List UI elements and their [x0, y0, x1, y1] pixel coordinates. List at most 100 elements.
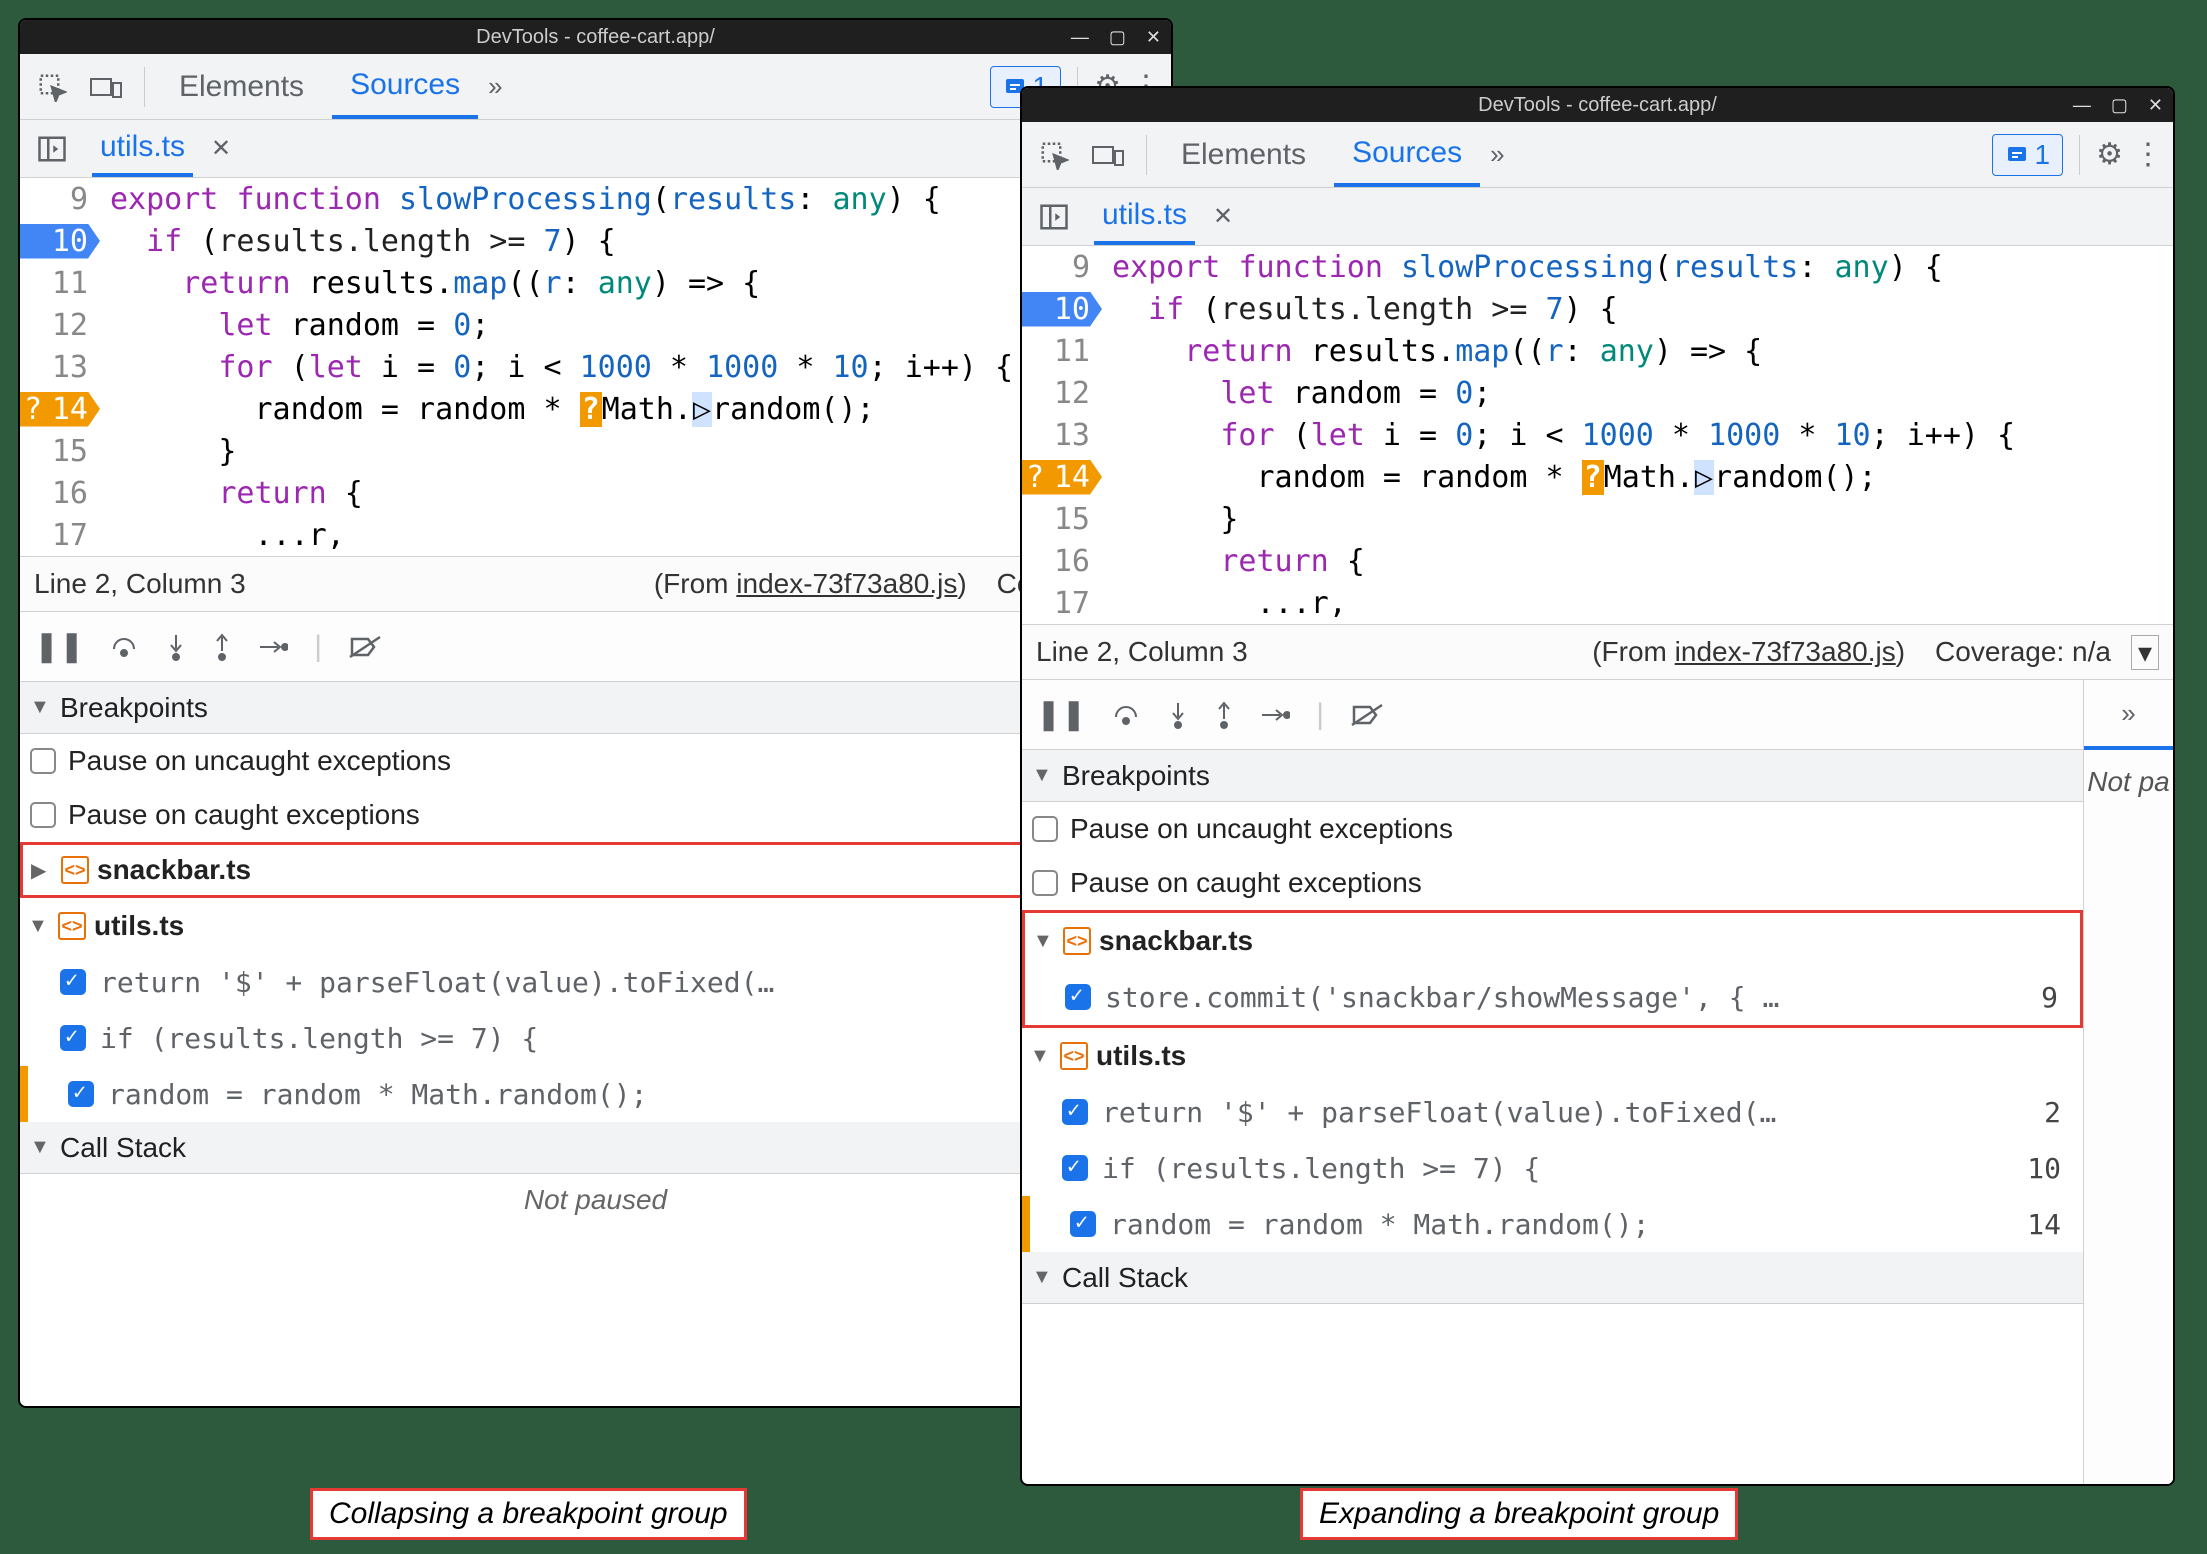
maximize-icon[interactable]: ▢ [2111, 95, 2128, 116]
code-line[interactable]: 16 return { [20, 472, 1171, 514]
breakpoint-item[interactable]: return '$' + parseFloat(value).toFixed(…… [1022, 1084, 2083, 1140]
step-icon[interactable] [258, 637, 288, 657]
step-out-icon[interactable] [1214, 701, 1234, 729]
minimize-icon[interactable]: — [1071, 27, 1089, 48]
code-line[interactable]: 11 return results.map((r: any) => { [1022, 330, 2173, 372]
line-number[interactable]: 12 [20, 308, 100, 343]
code-line[interactable]: 15 } [20, 430, 1171, 472]
code-line[interactable]: 17 ...r, [1022, 582, 2173, 624]
line-number[interactable]: 16 [1022, 544, 1102, 579]
kebab-icon[interactable]: ⋮ [2133, 137, 2163, 172]
step-icon[interactable] [1260, 705, 1290, 725]
code-line[interactable]: 13 for (let i = 0; i < 1000 * 1000 * 10;… [20, 346, 1171, 388]
checkbox-unchecked[interactable] [1032, 816, 1058, 842]
code-line[interactable]: 12 let random = 0; [20, 304, 1171, 346]
close-tab-icon[interactable]: ✕ [1213, 202, 1233, 231]
code-line[interactable]: 11 return results.map((r: any) => { [20, 262, 1171, 304]
line-number[interactable]: 13 [20, 350, 100, 385]
bp-group-snackbar-collapsed[interactable]: ▶ <> snackbar.ts [20, 842, 1171, 898]
source-map-link[interactable]: index-73f73a80.js [1675, 636, 1896, 667]
titlebar[interactable]: DevTools - coffee-cart.app/ — ▢ ✕ [20, 20, 1171, 54]
line-number[interactable]: 11 [1022, 334, 1102, 369]
inspect-icon[interactable] [30, 65, 74, 109]
code-line[interactable]: 10 if (results.length >= 7) { [20, 220, 1171, 262]
tab-sources[interactable]: Sources [1334, 122, 1480, 187]
checkbox-checked[interactable] [1065, 984, 1091, 1010]
issues-badge[interactable]: 1 [1992, 134, 2064, 176]
code-line[interactable]: 16 return { [1022, 540, 2173, 582]
pause-uncaught-row[interactable]: Pause on uncaught exceptions [1022, 802, 2083, 856]
checkbox-checked[interactable] [1062, 1155, 1088, 1181]
pause-icon[interactable]: ❚❚ [1036, 697, 1086, 732]
close-icon[interactable]: ✕ [2148, 95, 2163, 116]
checkbox-unchecked[interactable] [30, 748, 56, 774]
code-line[interactable]: 14 random = random * ?Math.▷random(); [1022, 456, 2173, 498]
line-number[interactable]: 9 [20, 182, 100, 217]
close-icon[interactable]: ✕ [1146, 27, 1161, 48]
coverage-toggle-icon[interactable]: ▾ [2131, 635, 2159, 670]
step-over-icon[interactable] [1112, 703, 1142, 727]
minimize-icon[interactable]: — [2073, 95, 2091, 116]
device-icon[interactable] [1086, 133, 1130, 177]
callstack-header[interactable]: ▼ Call Stack [1022, 1252, 2083, 1304]
code-line[interactable]: 9export function slowProcessing(results:… [20, 178, 1171, 220]
breakpoint-item[interactable]: return '$' + parseFloat(value).toFixed(…… [20, 954, 1171, 1010]
checkbox-checked[interactable] [68, 1081, 94, 1107]
line-number[interactable]: 17 [1022, 586, 1102, 621]
maximize-icon[interactable]: ▢ [1109, 27, 1126, 48]
settings-icon[interactable]: ⚙ [2096, 137, 2123, 172]
step-out-icon[interactable] [212, 633, 232, 661]
breakpoints-header[interactable]: ▼ Breakpoints [20, 682, 1171, 734]
breakpoint-item[interactable]: if (results.length >= 7) {10 [20, 1010, 1171, 1066]
more-tabs-icon[interactable]: » [488, 71, 502, 102]
code-line[interactable]: 17 ...r, [20, 514, 1171, 556]
line-number[interactable]: 12 [1022, 376, 1102, 411]
checkbox-checked[interactable] [1062, 1099, 1088, 1125]
code-line[interactable]: 13 for (let i = 0; i < 1000 * 1000 * 10;… [1022, 414, 2173, 456]
breakpoint-item[interactable]: random = random * Math.random();14 [1022, 1196, 2083, 1252]
tab-elements[interactable]: Elements [161, 54, 322, 119]
line-number[interactable]: 11 [20, 266, 100, 301]
code-line[interactable]: 10 if (results.length >= 7) { [1022, 288, 2173, 330]
more-tabs-icon[interactable]: » [1490, 139, 1504, 170]
line-number[interactable]: 17 [20, 518, 100, 553]
line-number[interactable]: 14 [1022, 460, 1102, 495]
code-line[interactable]: 15 } [1022, 498, 2173, 540]
navigator-toggle-icon[interactable] [30, 127, 74, 171]
titlebar[interactable]: DevTools - coffee-cart.app/ — ▢ ✕ [1022, 88, 2173, 122]
tab-elements[interactable]: Elements [1163, 122, 1324, 187]
pause-icon[interactable]: ❚❚ [34, 629, 84, 664]
step-into-icon[interactable] [166, 633, 186, 661]
line-number[interactable]: 10 [20, 224, 100, 259]
more-panels-icon[interactable]: » [2084, 680, 2173, 750]
line-number[interactable]: 13 [1022, 418, 1102, 453]
close-tab-icon[interactable]: ✕ [211, 134, 231, 163]
step-into-icon[interactable] [1168, 701, 1188, 729]
line-number[interactable]: 10 [1022, 292, 1102, 327]
pause-uncaught-row[interactable]: Pause on uncaught exceptions [20, 734, 1171, 788]
deactivate-breakpoints-icon[interactable] [1350, 703, 1384, 727]
checkbox-unchecked[interactable] [1032, 870, 1058, 896]
inspect-icon[interactable] [1032, 133, 1076, 177]
checkbox-checked[interactable] [60, 1025, 86, 1051]
line-number[interactable]: 14 [20, 392, 100, 427]
breakpoint-item[interactable]: if (results.length >= 7) {10 [1022, 1140, 2083, 1196]
step-over-icon[interactable] [110, 635, 140, 659]
bp-group-utils[interactable]: ▼ <> utils.ts [20, 898, 1171, 954]
breakpoints-header[interactable]: ▼ Breakpoints [1022, 750, 2083, 802]
line-number[interactable]: 16 [20, 476, 100, 511]
line-number[interactable]: 9 [1022, 250, 1102, 285]
callstack-header[interactable]: ▼ Call Stack [20, 1122, 1171, 1174]
breakpoint-item[interactable]: random = random * Math.random();14 [20, 1066, 1171, 1122]
device-icon[interactable] [84, 65, 128, 109]
pause-caught-row[interactable]: Pause on caught exceptions [1022, 856, 2083, 910]
deactivate-breakpoints-icon[interactable] [348, 635, 382, 659]
breakpoint-item[interactable]: store.commit('snackbar/showMessage', { …… [1025, 969, 2080, 1025]
code-editor[interactable]: 9export function slowProcessing(results:… [20, 178, 1171, 556]
line-number[interactable]: 15 [20, 434, 100, 469]
source-map-link[interactable]: index-73f73a80.js [736, 568, 957, 599]
navigator-toggle-icon[interactable] [1032, 195, 1076, 239]
pause-caught-row[interactable]: Pause on caught exceptions [20, 788, 1171, 842]
code-line[interactable]: 9export function slowProcessing(results:… [1022, 246, 2173, 288]
file-tab-utils[interactable]: utils.ts [92, 120, 193, 177]
